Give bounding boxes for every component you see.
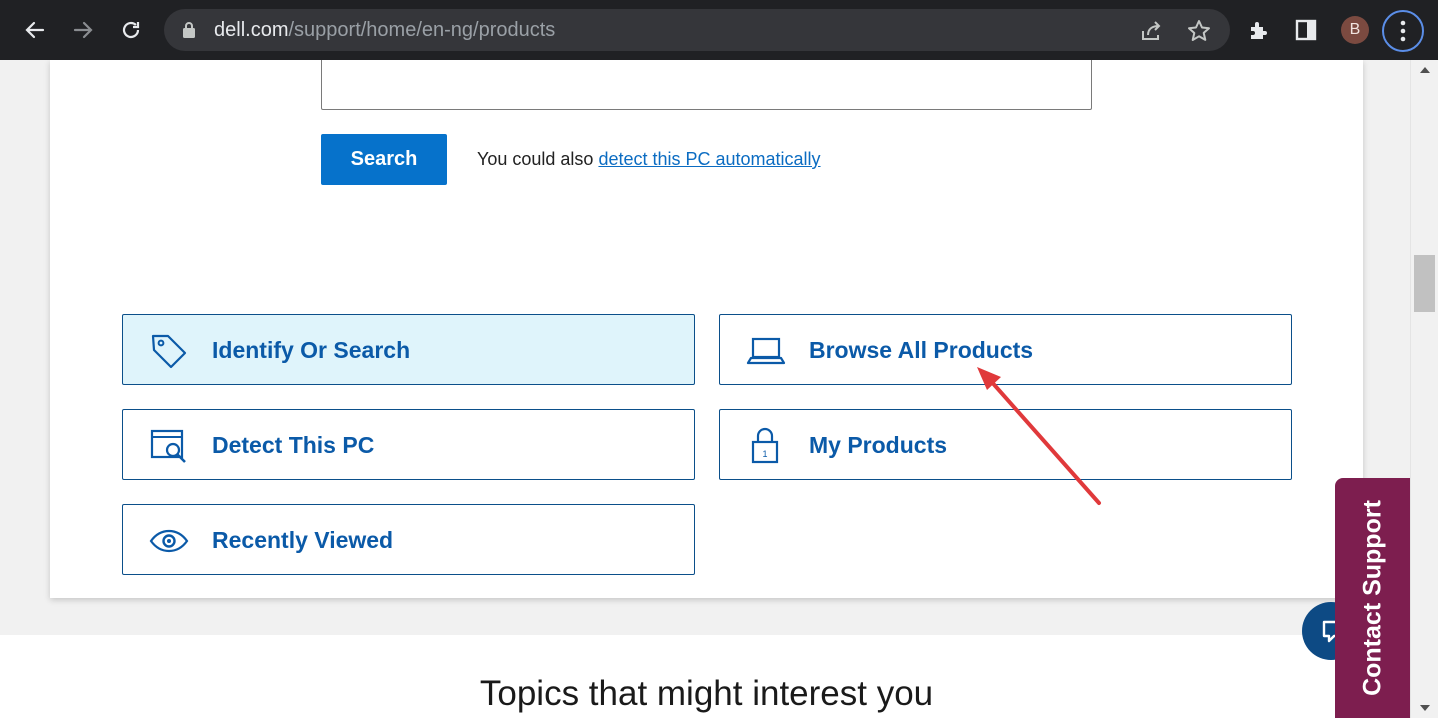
tile-recently-viewed[interactable]: Recently Viewed [122,504,695,575]
extensions-button[interactable] [1243,14,1275,46]
contact-support-tab[interactable]: Contact Support [1335,478,1410,718]
topics-heading: Topics that might interest you [479,674,934,713]
url-text: dell.com/support/home/en-ng/products [214,19,556,41]
browser-toolbar: dell.com/support/home/en-ng/products B [0,0,1438,60]
extensions-icon [1251,22,1267,39]
reload-icon [122,21,140,39]
product-search-input[interactable] [321,60,1092,110]
scroll-up-icon[interactable] [1419,66,1431,74]
tile-label: Identify Or Search [212,337,411,363]
product-support-card: Search You could also detect this PC aut… [50,60,1363,598]
share-icon[interactable] [1138,18,1164,44]
tile-label: My Products [809,432,948,458]
scrollbar-thumb[interactable] [1414,255,1435,312]
tile-label: Recently Viewed [212,527,394,553]
eye-icon [149,529,189,553]
tag-icon [151,334,187,369]
side-panel-button[interactable] [1290,14,1322,46]
tile-browse-all-products[interactable]: Browse All Products [719,314,1292,385]
detect-hint: You could also detect this PC automatica… [477,149,821,169]
forward-button[interactable] [65,12,101,48]
tile-my-products[interactable]: 1 My Products [719,409,1292,480]
detect-pc-icon [150,429,186,463]
scroll-down-icon[interactable] [1419,704,1431,712]
back-button[interactable] [17,12,53,48]
tile-identify-or-search[interactable]: Identify Or Search [122,314,695,385]
reload-button[interactable] [113,12,149,48]
laptop-icon [746,337,786,365]
menu-icon [1400,20,1406,42]
tile-detect-this-pc[interactable]: Detect This PC [122,409,695,480]
side-panel-icon [1295,19,1317,41]
page-scrollbar[interactable] [1410,60,1438,718]
detect-pc-link[interactable]: detect this PC automatically [598,149,820,169]
svg-text:1: 1 [762,449,767,459]
lock-icon: 1 [751,427,779,464]
tile-label: Browse All Products [809,337,1034,363]
search-button[interactable]: Search [321,134,447,185]
contact-support-label: Contact Support [1358,500,1387,696]
forward-icon [73,21,93,39]
page-viewport: Search You could also detect this PC aut… [0,60,1410,718]
tile-label: Detect This PC [212,432,375,458]
lock-icon [183,22,195,38]
address-bar[interactable]: dell.com/support/home/en-ng/products [164,9,1230,51]
browser-menu-button[interactable] [1382,10,1424,52]
profile-avatar[interactable]: B [1341,16,1369,44]
star-icon[interactable] [1186,18,1212,44]
back-icon [25,21,45,39]
